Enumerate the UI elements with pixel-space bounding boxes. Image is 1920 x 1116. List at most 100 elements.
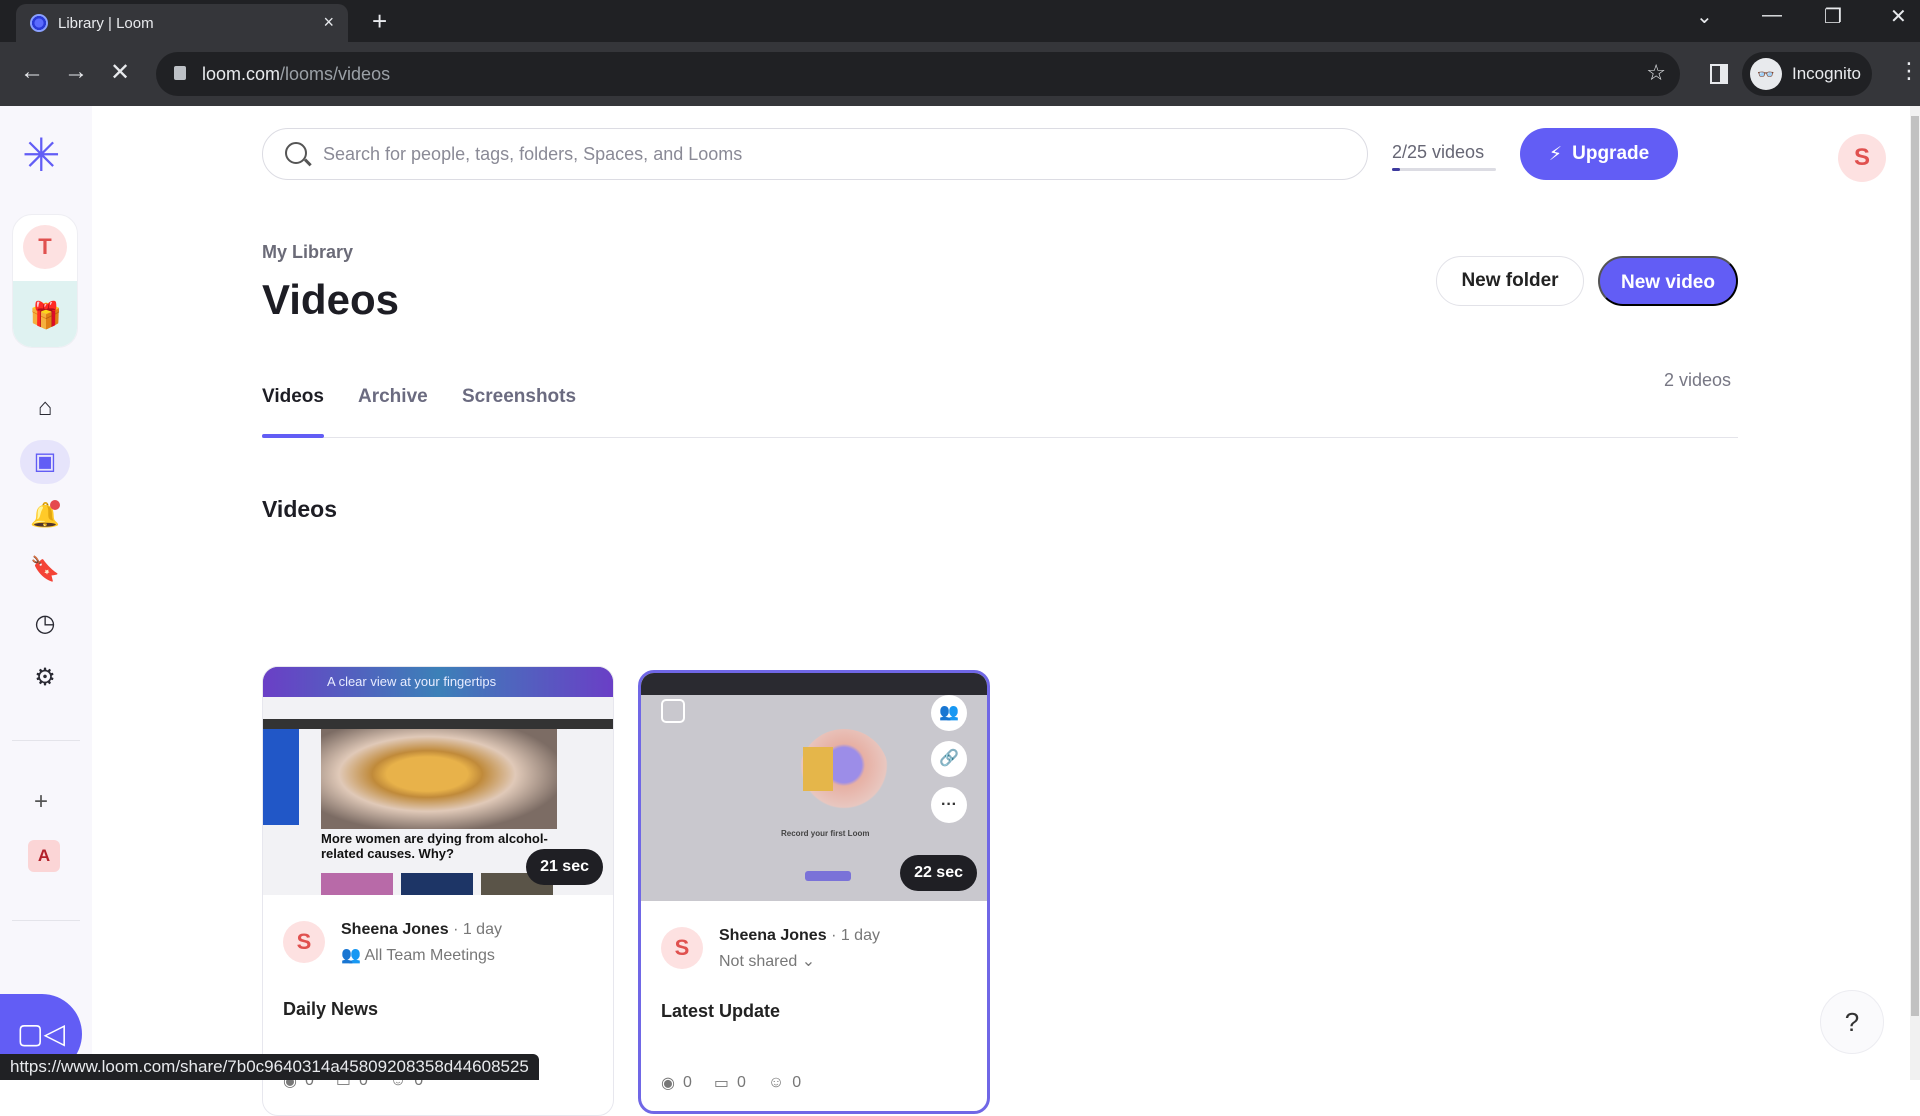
forward-icon[interactable]: → xyxy=(64,58,88,86)
eye-icon: ◉ xyxy=(661,1075,675,1092)
library-tabs: Videos Archive Screenshots xyxy=(262,378,1738,438)
url-host: loom.com xyxy=(202,63,281,84)
thumbnail-nav xyxy=(263,719,613,729)
video-quota-link[interactable]: 2/25 videos xyxy=(1392,142,1484,163)
video-title[interactable]: Daily News xyxy=(283,999,378,1020)
comment-icon: ▭ xyxy=(713,1075,729,1092)
views-stat: ◉ 0 xyxy=(661,1073,692,1093)
user-avatar[interactable]: S xyxy=(1838,134,1886,182)
profile-label: Incognito xyxy=(1792,64,1861,83)
sharing-dropdown[interactable]: Not shared ⌄ xyxy=(719,951,815,971)
window-close-icon[interactable]: ✕ xyxy=(1890,4,1907,29)
video-card[interactable]: Record your first Loom 👥 🔗 ··· 22 sec S … xyxy=(638,670,990,1114)
sharing-status[interactable]: 👥 All Team Meetings xyxy=(341,945,495,965)
browser-tab-bar: Library | Loom × + ⌄ — ❐ ✕ xyxy=(0,0,1920,42)
add-space-button[interactable]: + xyxy=(34,788,48,816)
reactions-stat: ☺ 0 xyxy=(768,1073,801,1093)
video-card[interactable]: A clear view at your fingertips More wom… xyxy=(262,666,614,1116)
upgrade-button[interactable]: ⚡ Upgrade xyxy=(1520,128,1678,180)
video-title[interactable]: Latest Update xyxy=(661,1001,780,1022)
search-input[interactable]: Search for people, tags, folders, Spaces… xyxy=(262,128,1368,180)
settings-gear-icon[interactable]: ⚙ xyxy=(20,656,70,700)
tab-videos[interactable]: Videos xyxy=(262,386,324,408)
video-stats: ◉ 0 ▭ 0 ☺ 0 xyxy=(661,1073,801,1093)
incognito-icon: 👓 xyxy=(1750,58,1782,90)
new-video-button[interactable]: New video xyxy=(1598,256,1738,306)
thumbnail-image xyxy=(401,873,473,895)
help-button[interactable]: ? xyxy=(1820,990,1884,1054)
link-status-bar: https://www.loom.com/share/7b0c9640314a4… xyxy=(0,1054,539,1080)
history-clock-icon[interactable]: ◷ xyxy=(20,602,70,646)
browser-tab[interactable]: Library | Loom × xyxy=(16,4,348,42)
thumbnail-caption: Record your first Loom xyxy=(781,829,870,838)
video-age: · 1 day xyxy=(831,927,880,944)
views-count: 0 xyxy=(682,1074,692,1091)
incognito-profile[interactable]: 👓 Incognito xyxy=(1742,52,1872,96)
sharing-label: All Team Meetings xyxy=(364,947,495,964)
video-count: 2 videos xyxy=(1664,370,1732,390)
video-meta: S Sheena Jones · 1 day Not shared ⌄ Late… xyxy=(641,901,987,1111)
workspace-avatar[interactable]: T xyxy=(23,225,67,269)
share-people-icon[interactable]: 👥 xyxy=(931,695,967,731)
video-age: · 1 day xyxy=(453,921,502,938)
smiley-icon: ☺ xyxy=(767,1074,785,1091)
loom-logo-icon[interactable]: ✳ xyxy=(22,132,61,178)
page-scrollbar[interactable] xyxy=(1910,106,1920,1080)
duration-badge: 22 sec xyxy=(900,855,977,891)
video-meta: S Sheena Jones · 1 day 👥 All Team Meetin… xyxy=(263,895,613,1115)
select-checkbox[interactable] xyxy=(661,699,685,723)
new-folder-button[interactable]: New folder xyxy=(1436,256,1584,306)
search-placeholder: Search for people, tags, folders, Spaces… xyxy=(323,143,743,164)
tab-search-icon[interactable]: ⌄ xyxy=(1696,4,1713,29)
stop-icon[interactable]: ✕ xyxy=(110,58,130,87)
chevron-down-icon: ⌄ xyxy=(797,953,816,970)
active-tab-indicator xyxy=(262,434,324,438)
thumbnail-image xyxy=(321,873,393,895)
breadcrumb[interactable]: My Library xyxy=(262,242,353,263)
new-tab-button[interactable]: + xyxy=(372,6,387,37)
address-bar[interactable]: loom.com/looms/videos ☆ xyxy=(156,52,1680,96)
quota-progress-fill xyxy=(1392,168,1401,171)
home-icon[interactable]: ⌂ xyxy=(20,386,70,430)
author-name: Sheena Jones xyxy=(341,921,449,938)
tab-archive[interactable]: Archive xyxy=(358,386,428,408)
author-line: Sheena Jones · 1 day xyxy=(719,927,880,945)
video-thumbnail[interactable]: Record your first Loom 👥 🔗 ··· 22 sec xyxy=(641,673,987,901)
back-icon[interactable]: ← xyxy=(20,58,44,86)
tab-close-icon[interactable]: × xyxy=(323,12,334,33)
lightning-icon: ⚡ xyxy=(1548,143,1563,165)
comments-stat: ▭ 0 xyxy=(714,1073,746,1093)
space-avatar[interactable]: A xyxy=(28,840,60,872)
quota-progress-bar xyxy=(1392,168,1496,171)
library-icon[interactable]: ▣ xyxy=(20,440,70,484)
scrollbar-thumb[interactable] xyxy=(1911,116,1919,1016)
more-options-icon[interactable]: ··· xyxy=(931,787,967,823)
bookmark-star-icon[interactable]: ☆ xyxy=(1646,60,1666,86)
thumbnail-illustration xyxy=(803,747,833,791)
gift-icon[interactable]: 🎁 xyxy=(13,281,77,347)
comments-count: 0 xyxy=(737,1074,746,1091)
thumbnail-banner: A clear view at your fingertips xyxy=(263,667,613,697)
sidebar-rail: ✳ T 🎁 ⌂ ▣ 🔔 🔖 ◷ ⚙ + A ▢◁ xyxy=(0,106,92,1080)
author-line: Sheena Jones · 1 day xyxy=(341,921,502,939)
upgrade-label: Upgrade xyxy=(1572,143,1650,164)
thumbnail-ad xyxy=(263,729,299,825)
side-panel-icon[interactable] xyxy=(1710,64,1728,84)
copy-link-icon[interactable]: 🔗 xyxy=(931,741,967,777)
workspace-group: T 🎁 xyxy=(12,214,78,348)
notification-badge xyxy=(50,500,60,510)
thumbnail-headline: More women are dying from alcohol-relate… xyxy=(321,831,548,861)
search-icon xyxy=(285,142,307,164)
author-name: Sheena Jones xyxy=(719,927,827,944)
restore-icon[interactable]: ❐ xyxy=(1824,4,1842,29)
author-avatar: S xyxy=(661,927,703,969)
bookmark-icon[interactable]: 🔖 xyxy=(20,548,70,592)
notifications-bell-icon[interactable]: 🔔 xyxy=(20,494,70,538)
tab-screenshots[interactable]: Screenshots xyxy=(462,386,576,408)
loom-app: ✳ T 🎁 ⌂ ▣ 🔔 🔖 ◷ ⚙ + A ▢◁ Search for peop… xyxy=(0,106,1920,1116)
video-camera-icon: ▢◁ xyxy=(17,1018,65,1049)
rail-divider xyxy=(12,920,80,921)
video-thumbnail[interactable]: A clear view at your fingertips More wom… xyxy=(263,667,613,895)
browser-menu-icon[interactable]: ⋮ xyxy=(1898,58,1920,84)
minimize-icon[interactable]: — xyxy=(1762,4,1782,27)
